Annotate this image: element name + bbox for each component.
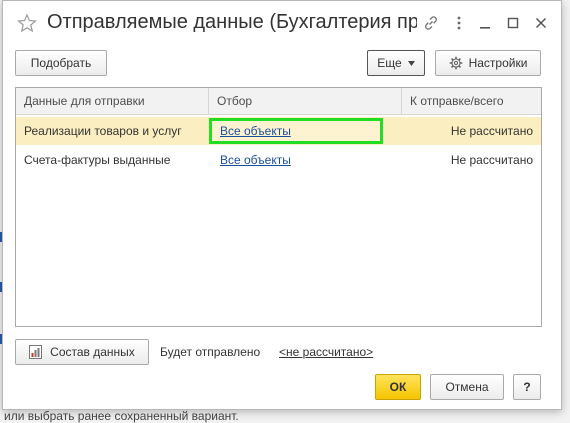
data-table: Данные для отправки Отбор К отправке/все… xyxy=(15,87,542,327)
cancel-button[interactable]: Отмена xyxy=(430,374,504,400)
link-icon[interactable] xyxy=(423,15,439,31)
table-row[interactable]: Реализации товаров и услуг Все объекты Н… xyxy=(16,117,541,145)
table-row[interactable]: Счета-фактуры выданные Все объекты Не ра… xyxy=(16,146,541,174)
more-button[interactable]: Еще xyxy=(367,50,425,76)
row-data-cell: Реализации товаров и услуг xyxy=(24,124,182,138)
title-bar: Отправляемые данные (Бухгалтерия пр... xyxy=(3,1,561,43)
ok-button[interactable]: ОК xyxy=(375,374,421,400)
settings-button[interactable]: Настройки xyxy=(435,50,541,76)
gear-icon xyxy=(449,56,462,70)
column-header-filter[interactable]: Отбор xyxy=(209,88,402,115)
filter-link[interactable]: Все объекты xyxy=(220,146,291,174)
data-composition-button[interactable]: Состав данных xyxy=(15,339,149,365)
maximize-icon[interactable] xyxy=(505,15,521,31)
more-button-label: Еще xyxy=(377,56,402,70)
ok-button-label: ОК xyxy=(389,380,407,394)
minimize-icon[interactable] xyxy=(477,15,493,31)
select-button[interactable]: Подобрать xyxy=(15,50,107,76)
will-send-link[interactable]: <не рассчитано> xyxy=(279,345,373,359)
column-header-data[interactable]: Данные для отправки xyxy=(16,88,209,115)
row-data-cell: Счета-фактуры выданные xyxy=(24,153,171,167)
column-header-count[interactable]: К отправке/всего xyxy=(402,88,543,115)
window-title: Отправляемые данные (Бухгалтерия пр... xyxy=(47,11,417,33)
select-button-label: Подобрать xyxy=(30,56,92,70)
close-icon[interactable] xyxy=(533,15,549,31)
background-text: или выбрать ранее сохраненный вариант. xyxy=(4,409,239,423)
help-button[interactable]: ? xyxy=(513,374,541,400)
will-send-label: Будет отправлено xyxy=(160,345,261,359)
cancel-button-label: Отмена xyxy=(445,380,489,394)
row-count-cell: Не рассчитано xyxy=(450,124,533,138)
data-composition-label: Состав данных xyxy=(50,345,135,359)
table-header: Данные для отправки Отбор К отправке/все… xyxy=(16,88,541,115)
row-count-cell: Не рассчитано xyxy=(450,153,533,167)
sent-data-dialog: Отправляемые данные (Бухгалтерия пр... П… xyxy=(2,0,562,410)
settings-button-label: Настройки xyxy=(468,56,528,70)
more-menu-icon[interactable] xyxy=(451,15,467,31)
filter-link[interactable]: Все объекты xyxy=(220,117,291,145)
star-icon[interactable] xyxy=(17,13,37,33)
help-button-label: ? xyxy=(523,380,531,394)
report-icon xyxy=(29,345,43,359)
chevron-down-icon xyxy=(407,60,415,66)
